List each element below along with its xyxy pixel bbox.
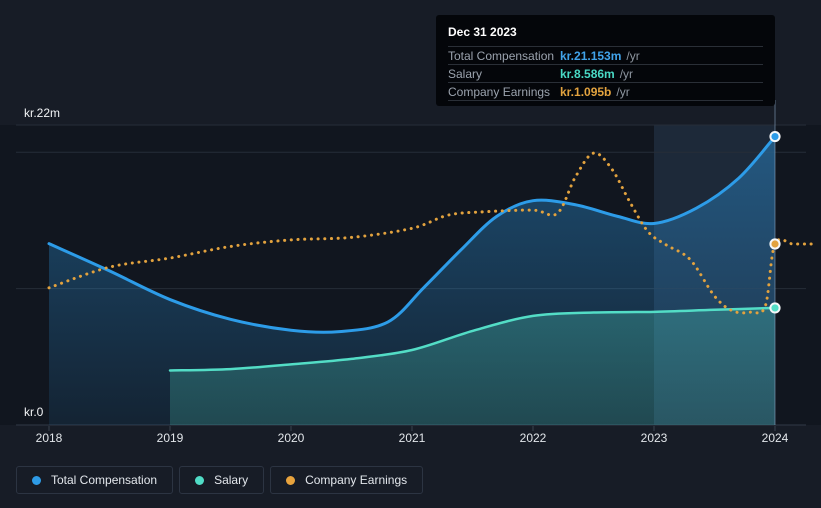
chart-tooltip: Dec 31 2023 Total Compensation kr.21.153… — [436, 15, 775, 106]
svg-text:2021: 2021 — [399, 431, 426, 445]
series-color-dot-icon — [286, 475, 296, 485]
legend-item-company-earnings[interactable]: Company Earnings — [270, 466, 424, 494]
tooltip-date: Dec 31 2023 — [448, 21, 763, 47]
series-color-dot-icon — [32, 475, 41, 485]
tooltip-value: kr.1.095b — [560, 84, 612, 99]
svg-text:2024: 2024 — [762, 431, 789, 445]
legend-label: Company Earnings — [305, 473, 408, 487]
tooltip-unit: /yr — [626, 48, 640, 63]
svg-text:2018: 2018 — [36, 431, 63, 445]
tooltip-value: kr.8.586m — [560, 66, 615, 81]
tooltip-label: Total Compensation — [448, 48, 555, 63]
svg-text:2020: 2020 — [278, 431, 305, 445]
tooltip-unit: /yr — [619, 66, 634, 81]
svg-text:2023: 2023 — [641, 431, 668, 445]
series-color-dot-icon — [195, 475, 205, 485]
tooltip-row-total-compensation: Total Compensation kr.21.153m /yr — [448, 47, 763, 65]
legend-label: Salary — [214, 473, 249, 487]
legend-item-salary[interactable]: Salary — [179, 466, 265, 494]
tooltip-value: kr.21.153m — [560, 48, 622, 63]
svg-text:kr.22m: kr.22m — [24, 106, 60, 120]
svg-text:2022: 2022 — [520, 431, 547, 445]
chart-legend: Total Compensation Salary Company Earnin… — [16, 466, 424, 494]
legend-item-total-compensation[interactable]: Total Compensation — [16, 466, 174, 494]
svg-text:kr.0: kr.0 — [24, 405, 44, 419]
tooltip-row-company-earnings: Company Earnings kr.1.095b /yr — [448, 83, 763, 101]
executive-compensation-chart: 2018 2019 2020 2021 2022 2023 2024 kr.22m kr.0 D… — [0, 0, 821, 508]
tooltip-unit: /yr — [616, 84, 630, 99]
tooltip-label: Company Earnings — [448, 84, 551, 99]
svg-text:2019: 2019 — [157, 431, 184, 445]
legend-label: Total Compensation — [51, 473, 158, 487]
tooltip-label: Salary — [448, 66, 483, 81]
tooltip-row-salary: Salary kr.8.586m /yr — [448, 65, 763, 83]
